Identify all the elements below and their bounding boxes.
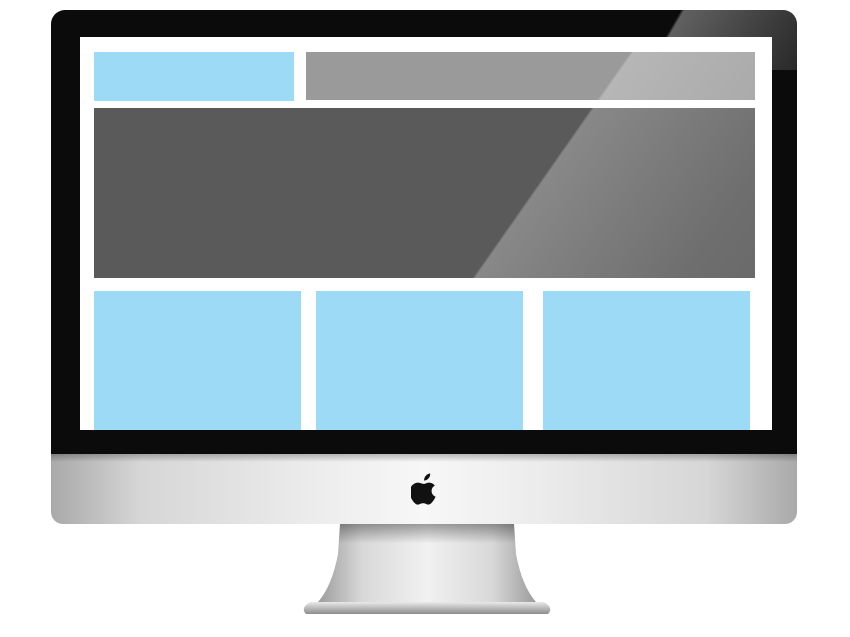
wireframe-card-3	[543, 291, 750, 430]
wireframe-logo-block	[94, 52, 294, 101]
apple-logo-icon	[411, 473, 436, 505]
monitor-stand	[303, 524, 551, 614]
monitor-screen	[80, 37, 772, 430]
wireframe-hero-block	[94, 108, 755, 278]
wireframe-nav-block	[306, 52, 755, 100]
wireframe-card-1	[94, 291, 301, 430]
chin-shadow	[51, 454, 797, 462]
imac-illustration	[0, 0, 850, 637]
monitor-chin	[51, 454, 797, 524]
wireframe-card-2	[316, 291, 523, 430]
